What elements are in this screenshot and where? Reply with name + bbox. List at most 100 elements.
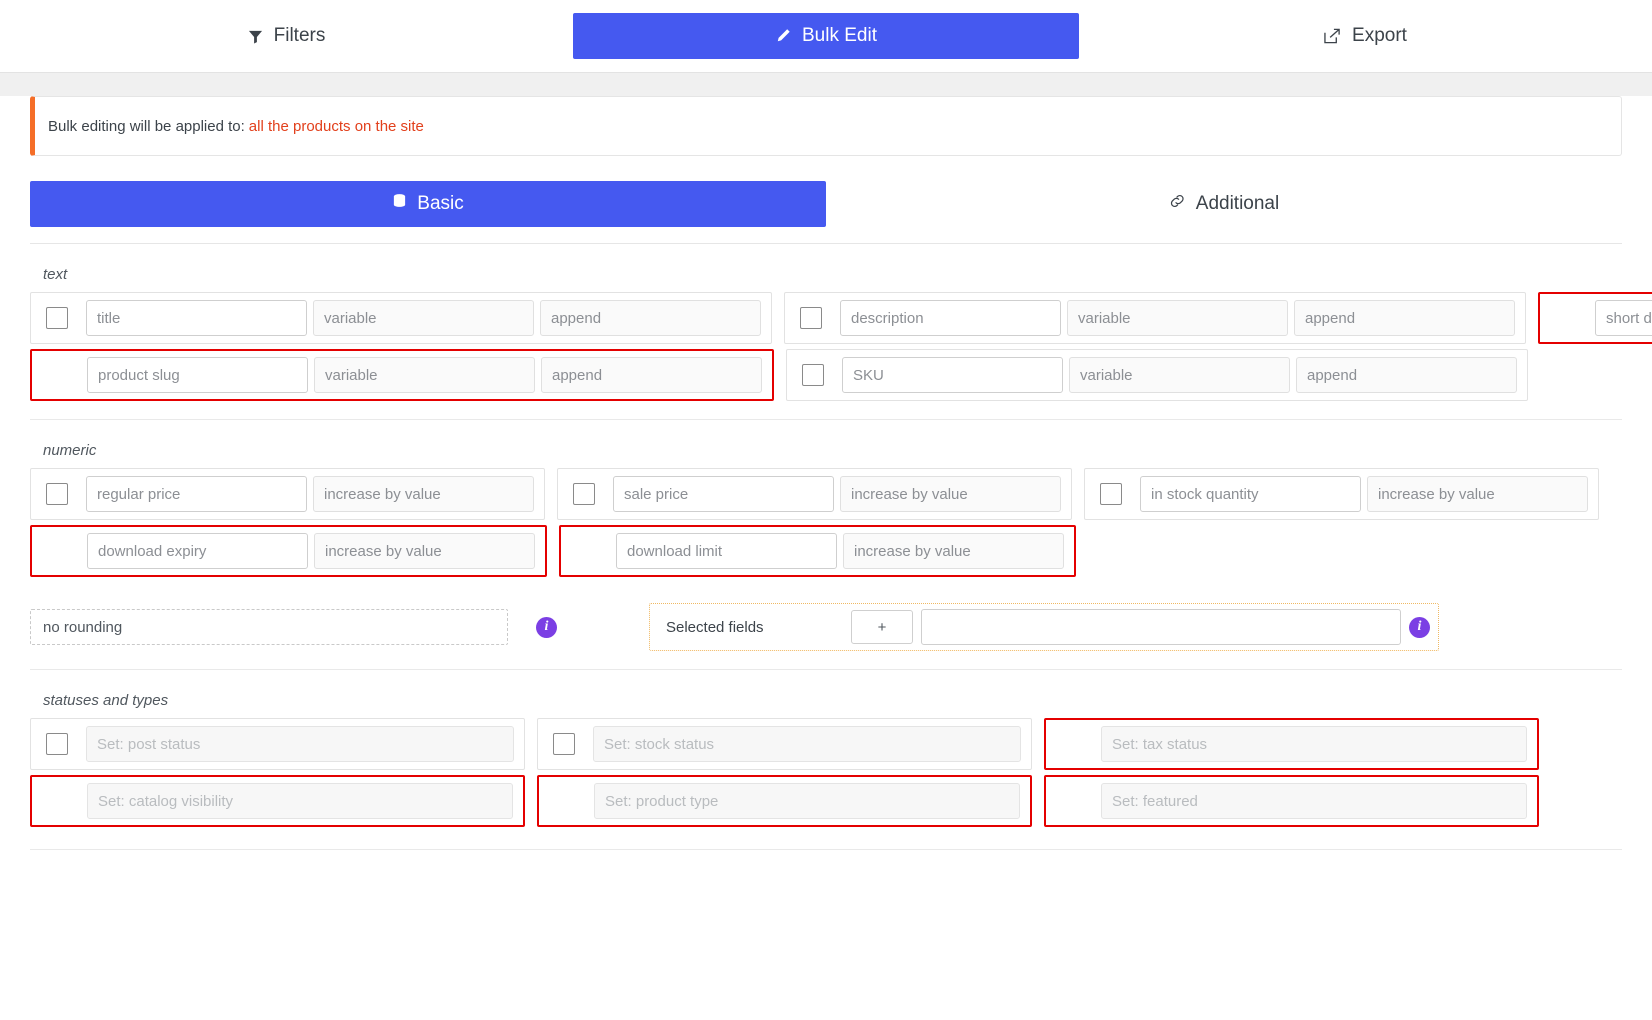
- field-post-status-checkbox[interactable]: [46, 733, 68, 755]
- field-sale-price-checkbox[interactable]: [573, 483, 595, 505]
- link-icon: [1169, 193, 1186, 215]
- field-download-limit-increase-input[interactable]: [843, 533, 1064, 569]
- rounding-select[interactable]: no rounding: [30, 609, 508, 645]
- rounding-select-label: no rounding: [43, 618, 123, 636]
- field-featured-input[interactable]: [1101, 783, 1527, 819]
- field-catalog-visibility: [30, 775, 525, 827]
- field-sale-price-increase-input[interactable]: [840, 476, 1061, 512]
- field-in-stock-quantity: [1084, 468, 1599, 520]
- field-tax-status-input[interactable]: [1101, 726, 1527, 762]
- group-label-numeric: numeric: [43, 442, 97, 459]
- field-description-append-input[interactable]: [1294, 300, 1515, 336]
- field-row: [30, 718, 1622, 770]
- field-sku: [786, 349, 1528, 401]
- field-title-append-input[interactable]: [540, 300, 761, 336]
- field-sale-price: [557, 468, 1072, 520]
- field-sku-variable-input[interactable]: [1069, 357, 1290, 393]
- field-in-stock-quantity-checkbox[interactable]: [1100, 483, 1122, 505]
- field-title-variable-input[interactable]: [313, 300, 534, 336]
- field-product-slug-append-input[interactable]: [541, 357, 762, 393]
- group-divider: [30, 669, 1622, 670]
- selected-fields-info-icon[interactable]: i: [1409, 616, 1430, 638]
- field-slot-empty: [1540, 349, 1652, 401]
- field-product-slug-input[interactable]: [87, 357, 308, 393]
- selected-fields-box: Selected fields + i: [649, 603, 1439, 651]
- field-row: [30, 775, 1622, 827]
- top-tab-bar: Filters Bulk Edit Export: [0, 0, 1652, 73]
- field-stock-status-input[interactable]: [593, 726, 1021, 762]
- notice-text: Bulk editing will be applied to:: [48, 117, 245, 135]
- field-download-expiry: [30, 525, 547, 577]
- selected-fields-add-button[interactable]: +: [851, 610, 913, 644]
- field-regular-price-increase-input[interactable]: [313, 476, 534, 512]
- field-group-numeric: numeric regular price increase by value …: [30, 442, 1622, 670]
- field-group-statuses-and-types: statuses and types: [30, 692, 1622, 850]
- group-label-text: text: [43, 266, 68, 283]
- bulk-edit-panel: Bulk editing will be applied to: all the…: [0, 96, 1652, 1020]
- field-title: [30, 292, 772, 344]
- notice-target-link[interactable]: all the products on the site: [249, 118, 424, 135]
- tab-bulk-edit[interactable]: Bulk Edit: [573, 13, 1079, 59]
- field-row: [30, 292, 1652, 344]
- field-in-stock-quantity-input[interactable]: [1140, 476, 1361, 512]
- selected-fields-label: Selected fields: [666, 618, 764, 636]
- bulk-edit-scope-notice: Bulk editing will be applied to: all the…: [30, 96, 1622, 156]
- tab-export-label: Export: [1352, 25, 1407, 46]
- pencil-icon: [775, 28, 791, 44]
- field-sale-price-input[interactable]: [613, 476, 834, 512]
- field-featured: [1044, 775, 1539, 827]
- group-divider: [30, 849, 1622, 850]
- database-icon: [392, 193, 407, 215]
- top-tab-list: Filters Bulk Edit Export: [0, 0, 1652, 72]
- field-sku-append-input[interactable]: [1296, 357, 1517, 393]
- field-title-checkbox[interactable]: [46, 307, 68, 329]
- field-download-expiry-input[interactable]: [87, 533, 308, 569]
- group-label-statuses-and-types: statuses and types: [43, 692, 169, 709]
- field-stock-status: [537, 718, 1032, 770]
- field-regular-price-checkbox[interactable]: [46, 483, 68, 505]
- field-slot-empty: [1088, 525, 1583, 577]
- field-sku-input[interactable]: [842, 357, 1063, 393]
- tab-additional[interactable]: Additional: [826, 181, 1622, 227]
- tab-export[interactable]: Export: [1079, 0, 1652, 72]
- field-title-input[interactable]: [86, 300, 307, 336]
- filter-icon: [248, 29, 263, 44]
- field-in-stock-quantity-increase-input[interactable]: [1367, 476, 1588, 512]
- rounding-and-selected-fields-row: no rounding i Selected fields + i: [30, 603, 1622, 651]
- field-description-checkbox[interactable]: [800, 307, 822, 329]
- tab-additional-label: Additional: [1195, 193, 1280, 214]
- rounding-info-icon[interactable]: i: [536, 616, 557, 638]
- field-row: [30, 525, 1622, 577]
- field-download-limit: [559, 525, 1076, 577]
- group-divider: [30, 419, 1622, 420]
- tab-bulk-edit-label: Bulk Edit: [802, 25, 877, 46]
- field-description-variable-input[interactable]: [1067, 300, 1288, 336]
- field-product-type-input[interactable]: [594, 783, 1020, 819]
- export-icon: [1324, 28, 1341, 44]
- field-short-description-input[interactable]: [1595, 300, 1652, 336]
- field-product-slug: [30, 349, 774, 401]
- field-catalog-visibility-input[interactable]: [87, 783, 513, 819]
- field-stock-status-checkbox[interactable]: [553, 733, 575, 755]
- field-download-limit-input[interactable]: [616, 533, 837, 569]
- field-description-input[interactable]: [840, 300, 1061, 336]
- section-tab-list: Basic Additional: [30, 181, 1622, 244]
- field-sku-checkbox[interactable]: [802, 364, 824, 386]
- field-row: [30, 468, 1622, 520]
- field-product-slug-variable-input[interactable]: [314, 357, 535, 393]
- field-row: [30, 349, 1622, 401]
- field-tax-status: [1044, 718, 1539, 770]
- selected-fields-input[interactable]: [921, 609, 1401, 645]
- tab-basic-label: Basic: [417, 193, 464, 214]
- field-post-status-input[interactable]: [86, 726, 514, 762]
- field-short-description: [1538, 292, 1652, 344]
- field-regular-price-input[interactable]: [86, 476, 307, 512]
- tab-basic[interactable]: Basic: [30, 181, 826, 227]
- field-description: [784, 292, 1526, 344]
- field-download-expiry-increase-input[interactable]: [314, 533, 535, 569]
- field-post-status: [30, 718, 525, 770]
- field-regular-price: [30, 468, 545, 520]
- tab-filters[interactable]: Filters: [0, 0, 573, 72]
- field-group-text: text: [30, 266, 1652, 420]
- tab-filters-label: Filters: [273, 25, 326, 46]
